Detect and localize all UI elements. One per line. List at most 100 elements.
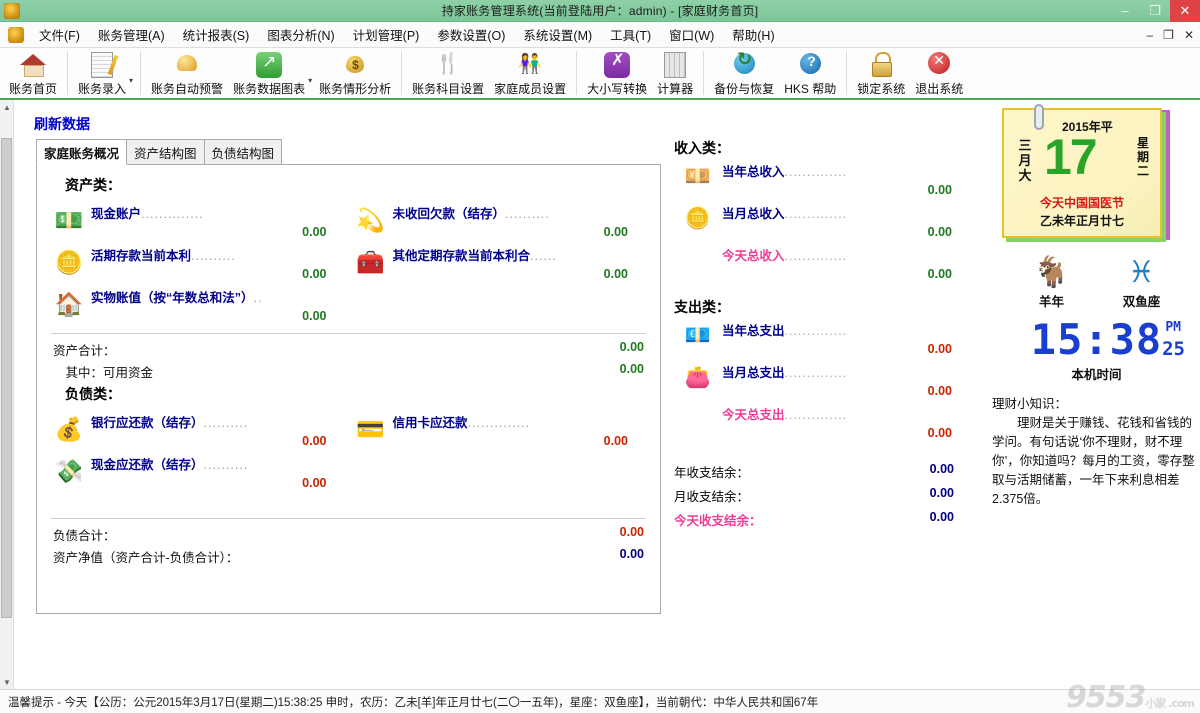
menu-item-parameters[interactable]: 参数设置(O) — [428, 22, 514, 47]
toolbar-button-analysis[interactable]: 账务情形分析 — [314, 48, 396, 98]
income-row-today[interactable]: 今天总收入.............. 0.00 — [674, 245, 974, 281]
overview-panel: 资产类： 💵 现金账户.............. 0.00 🪙 活期存款当前本… — [36, 164, 661, 614]
liability-value-bank: 0.00 — [91, 434, 349, 448]
note-pencil-icon — [91, 49, 113, 79]
liability-row-bank[interactable]: 💰 银行应还款（结存）.......... 0.00 — [47, 412, 349, 448]
dot-leader: .............. — [785, 207, 848, 221]
liability-value-credit-card: 0.00 — [393, 434, 651, 448]
chinese-zodiac-label: 羊年 — [1022, 291, 1082, 310]
balance-value-month: 0.00 — [864, 486, 954, 505]
tab-asset-chart[interactable]: 资产结构图 — [126, 139, 205, 165]
toolbar-button-help[interactable]: HKS 帮助 — [779, 48, 841, 98]
calendar-day: 17 — [1044, 130, 1096, 184]
assets-total-value: 0.00 — [564, 340, 644, 359]
main-toolbar: 账务首页 账务录入 ▾ 账务自动预警 账务数据图表 ▾ 账务情形分析 🍴 账务科… — [0, 48, 1200, 100]
liabilities-column-right: 💳 信用卡应还款.............. 0.00 — [349, 408, 651, 496]
balance-label-today: 今天收支结余： — [674, 510, 864, 529]
liability-label-cash: 现金应还款（结存） — [91, 458, 204, 472]
vertical-scrollbar[interactable]: ▲ ▼ — [0, 100, 14, 689]
asset-row-time-deposit[interactable]: 🧰 其他定期存款当前本利合...... 0.00 — [349, 245, 651, 281]
minimize-button[interactable]: – — [1110, 0, 1140, 22]
toolbar-button-entry[interactable]: 账务录入 — [73, 48, 131, 98]
content-area: 刷新数据 家庭账务概况 资产结构图 负债结构图 资产类： 💵 现金账户.....… — [14, 100, 1200, 689]
backup-restore-icon — [730, 49, 758, 79]
toolbar-button-case-convert[interactable]: 大小写转换 — [582, 48, 652, 98]
expense-row-year[interactable]: 💶 当年总支出.............. 0.00 — [674, 320, 974, 356]
asset-row-property[interactable]: 🏠 实物账值（按“年数总和法”）.. 0.00 — [47, 287, 349, 323]
asset-value-demand-deposit: 0.00 — [91, 267, 349, 281]
chevron-down-icon[interactable]: ▾ — [129, 62, 133, 85]
available-funds-row: 其中：可用资金 0.00 — [53, 362, 644, 381]
close-button[interactable]: ✕ — [1170, 0, 1200, 22]
income-row-year[interactable]: 💴 当年总收入.............. 0.00 — [674, 161, 974, 197]
income-row-month[interactable]: 🪙 当月总收入.............. 0.00 — [674, 203, 974, 239]
tab-debt-chart[interactable]: 负债结构图 — [204, 139, 283, 165]
info-sidebar: 2015年平 三月大 17 星期二 今天中国国医节 乙未年正月廿七 🐐 羊年 ♓… — [984, 108, 1200, 509]
net-worth-value: 0.00 — [564, 547, 644, 566]
balance-row-month: 月收支结余： 0.00 — [674, 486, 974, 505]
net-worth-label: 资产净值（资产合计-负债合计）： — [53, 547, 564, 566]
calculator-icon — [664, 49, 686, 79]
chinese-zodiac: 🐐 羊年 — [1022, 256, 1082, 310]
calendar-festival: 今天中国国医节 — [1004, 194, 1160, 211]
liability-row-cash[interactable]: 💸 现金应还款（结存）.......... 0.00 — [47, 454, 349, 490]
income-value-month: 0.00 — [722, 225, 974, 239]
money-bag-icon — [341, 49, 369, 79]
toolbar-button-lock[interactable]: 锁定系统 — [852, 48, 910, 98]
menu-item-plans[interactable]: 计划管理(P) — [344, 22, 429, 47]
toolbar-label-help: HKS 帮助 — [784, 80, 836, 97]
refresh-data-link[interactable]: 刷新数据 — [34, 114, 90, 134]
available-funds-label: 其中：可用资金 — [53, 362, 564, 381]
toolbar-button-members[interactable]: 👫 家庭成员设置 — [489, 48, 571, 98]
menu-item-reports[interactable]: 统计报表(S) — [174, 22, 259, 47]
toolbar-button-subjects[interactable]: 🍴 账务科目设置 — [407, 48, 489, 98]
divider — [51, 518, 646, 519]
asset-row-receivable[interactable]: 💫 未收回欠款（结存）.......... 0.00 — [349, 203, 651, 239]
property-icon: 🏠 — [47, 287, 91, 321]
zodiac-row: 🐐 羊年 ♓ 双鱼座 — [984, 256, 1200, 310]
income-label-year: 当年总收入 — [722, 165, 785, 179]
expense-label-today: 今天总支出 — [722, 408, 785, 422]
mdi-minimize-button[interactable]: – — [1146, 28, 1153, 42]
menu-item-charts[interactable]: 图表分析(N) — [258, 22, 343, 47]
mdi-restore-button[interactable]: ❐ — [1163, 28, 1174, 42]
scroll-up-icon[interactable]: ▲ — [0, 100, 14, 114]
scroll-down-icon[interactable]: ▼ — [0, 675, 14, 689]
menu-item-window[interactable]: 窗口(W) — [660, 22, 723, 47]
toolbar-button-calculator[interactable]: 计算器 — [652, 48, 698, 98]
toolbar-button-exit[interactable]: 退出系统 — [910, 48, 968, 98]
expense-row-today[interactable]: 今天总支出.............. 0.00 — [674, 404, 974, 440]
menu-item-accounts[interactable]: 账务管理(A) — [89, 22, 174, 47]
toolbar-button-backup[interactable]: 备份与恢复 — [709, 48, 779, 98]
maximize-button[interactable]: ❐ — [1140, 0, 1170, 22]
asset-value-time-deposit: 0.00 — [393, 267, 651, 281]
window-title: 持家账务管理系统(当前登陆用户：admin) - [家庭财务首页] — [0, 2, 1200, 19]
mdi-close-button[interactable]: ✕ — [1184, 28, 1194, 42]
bell-icon — [173, 49, 201, 79]
expense-heading: 支出类： — [674, 297, 974, 317]
monthly-expense-icon: 👛 — [674, 362, 722, 394]
asset-row-cash[interactable]: 💵 现金账户.............. 0.00 — [47, 203, 349, 239]
toolbar-button-chart[interactable]: 账务数据图表 — [228, 48, 310, 98]
chevron-down-icon[interactable]: ▾ — [308, 62, 312, 85]
calendar-weekday: 星期二 — [1136, 136, 1150, 178]
asset-row-demand-deposit[interactable]: 🪙 活期存款当前本利.......... 0.00 — [47, 245, 349, 281]
menu-item-help[interactable]: 帮助(H) — [723, 22, 783, 47]
toolbar-button-alert[interactable]: 账务自动预警 — [146, 48, 228, 98]
liabilities-column-left: 💰 银行应还款（结存）.......... 0.00 💸 现金应还款（结存）..… — [47, 408, 349, 496]
scrollbar-thumb[interactable] — [1, 138, 12, 618]
menu-item-tools[interactable]: 工具(T) — [601, 22, 660, 47]
expense-value-month: 0.00 — [722, 384, 974, 398]
toolbar-button-home[interactable]: 账务首页 — [4, 48, 62, 98]
asset-label-demand-deposit: 活期存款当前本利 — [91, 249, 191, 263]
dot-leader: .......... — [204, 458, 249, 472]
expense-row-month[interactable]: 👛 当月总支出.............. 0.00 — [674, 362, 974, 398]
balance-value-year: 0.00 — [864, 462, 954, 481]
liability-row-credit-card[interactable]: 💳 信用卡应还款.............. 0.00 — [349, 412, 651, 448]
income-value-year: 0.00 — [722, 183, 974, 197]
dot-leader: .............. — [468, 416, 531, 430]
menu-item-system[interactable]: 系统设置(M) — [514, 22, 601, 47]
menu-item-file[interactable]: 文件(F) — [30, 22, 89, 47]
tab-overview[interactable]: 家庭账务概况 — [36, 139, 127, 165]
assets-grid: 💵 现金账户.............. 0.00 🪙 活期存款当前本利....… — [47, 199, 650, 329]
